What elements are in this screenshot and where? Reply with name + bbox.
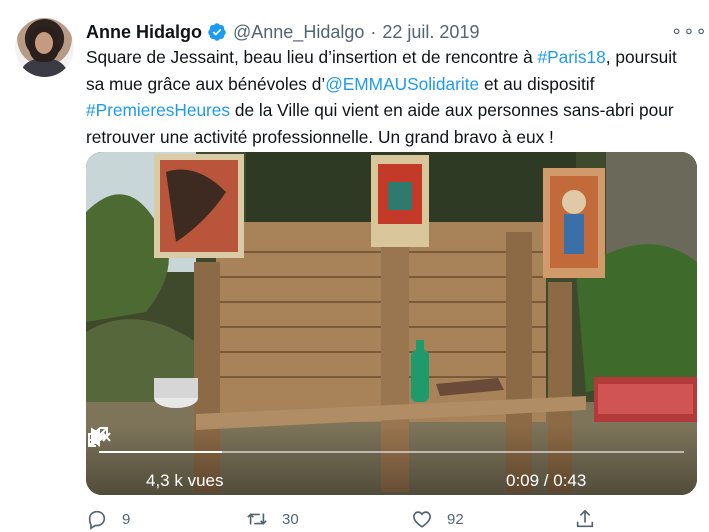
mention-emmausolidarite[interactable]: @EMMAUSolidarite	[325, 74, 479, 94]
like-icon	[413, 511, 431, 528]
verified-badge-icon	[208, 23, 226, 41]
reply-icon	[88, 510, 106, 530]
like-count: 92	[447, 510, 464, 528]
avatar-face	[35, 32, 53, 54]
tweet-card: Anne Hidalgo @Anne_Hidalgo · 22 juil. 20…	[0, 0, 709, 531]
author-name[interactable]: Anne Hidalgo	[86, 21, 202, 43]
video-progress-bar[interactable]	[99, 451, 684, 453]
hashtag-premieresheures[interactable]: #PremieresHeures	[86, 100, 230, 120]
text-segment: et au dispositif	[479, 73, 595, 94]
tweet-actions: 9 30 92	[86, 508, 606, 532]
retweet-button[interactable]: 30	[246, 508, 299, 530]
like-button[interactable]: 92	[411, 508, 464, 530]
author-handle[interactable]: @Anne_Hidalgo	[233, 21, 364, 43]
tweet-header: Anne Hidalgo @Anne_Hidalgo · 22 juil. 20…	[86, 21, 479, 43]
tweet-text: Square de Jessaint, beau lieu d’insertio…	[86, 44, 698, 150]
more-icon[interactable]: ∘∘∘	[671, 20, 707, 44]
reply-count: 9	[122, 510, 131, 528]
video-view-count: 4,3 k vues	[146, 471, 224, 490]
retweet-icon	[247, 513, 267, 525]
share-icon	[576, 509, 594, 528]
tweet-date[interactable]: 22 juil. 2019	[382, 21, 479, 43]
text-segment: Square de Jessaint, beau lieu d’insertio…	[86, 47, 538, 67]
video-time: 0:09 / 0:43	[506, 471, 587, 490]
share-button[interactable]	[574, 508, 610, 530]
video-controls: 4,3 k vues 0:09 / 0:43	[86, 425, 697, 495]
reply-button[interactable]: 9	[86, 508, 130, 530]
hashtag-paris18[interactable]: #Paris18	[538, 47, 606, 67]
fullscreen-icon[interactable]	[86, 425, 110, 449]
avatar[interactable]	[15, 18, 74, 77]
video-player[interactable]: 4,3 k vues 0:09 / 0:43	[86, 152, 697, 495]
separator-dot: ·	[370, 22, 377, 42]
retweet-count: 30	[282, 510, 299, 528]
video-progress-fill	[99, 451, 222, 453]
